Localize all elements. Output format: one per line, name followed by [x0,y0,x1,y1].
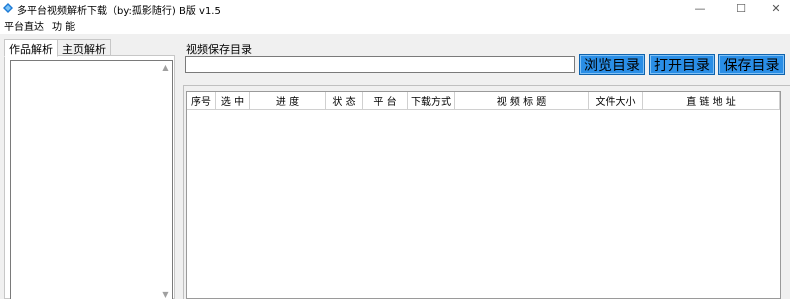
column-header-direct-link[interactable]: 直 链 地 址 [643,92,780,110]
column-header-file-size[interactable]: 文件大小 [589,92,643,110]
tab-work-parse[interactable]: 作品解析 [4,39,58,57]
save-dir-button[interactable]: 保存目录 [718,54,785,75]
open-dir-button[interactable]: 打开目录 [649,54,715,75]
window-title: 多平台视频解析下载（by:孤影随行) B版 v1.5 [17,6,221,17]
column-header-video-title[interactable]: 视 频 标 题 [455,92,589,110]
close-button[interactable]: ✕ [760,0,790,16]
link-listbox[interactable]: ▲ ▼ [10,60,173,299]
column-header-status[interactable]: 状 态 [326,92,363,110]
parse-tabs: 作品解析 主页解析 [4,39,111,57]
listbox-scrollbar[interactable]: ▲ ▼ [159,61,172,299]
column-header-progress[interactable]: 进 度 [250,92,326,110]
save-dir-label: 视频保存目录 [186,43,252,56]
menu-bar: 平台直达 功 能 [0,16,790,34]
column-header-download-mode[interactable]: 下载方式 [408,92,455,110]
browse-dir-button[interactable]: 浏览目录 [579,54,645,75]
scroll-up-icon[interactable]: ▲ [159,61,172,74]
workspace: 作品解析 主页解析 ▲ ▼ 视频保存目录 浏览目录 打开目录 保存目录 序号 选… [0,34,790,299]
tab-homepage-parse[interactable]: 主页解析 [58,39,111,56]
download-table[interactable]: 序号 选 中 进 度 状 态 平 台 下载方式 视 频 标 题 文件大小 直 链… [186,91,781,299]
minimize-button[interactable]: — [684,0,716,16]
app-logo-icon [3,3,13,13]
column-header-platform[interactable]: 平 台 [363,92,408,110]
save-dir-input[interactable] [185,56,575,73]
menu-functions[interactable]: 功 能 [48,16,79,34]
menu-platform-direct[interactable]: 平台直达 [0,16,48,34]
title-bar: 多平台视频解析下载（by:孤影随行) B版 v1.5 — ☐ ✕ [0,0,790,17]
table-header: 序号 选 中 进 度 状 态 平 台 下载方式 视 频 标 题 文件大小 直 链… [187,92,782,110]
tab-panel: ▲ ▼ [4,55,175,299]
maximize-button[interactable]: ☐ [725,0,757,16]
column-header-index[interactable]: 序号 [187,92,216,110]
scroll-down-icon[interactable]: ▼ [159,288,172,299]
column-header-selected[interactable]: 选 中 [216,92,250,110]
